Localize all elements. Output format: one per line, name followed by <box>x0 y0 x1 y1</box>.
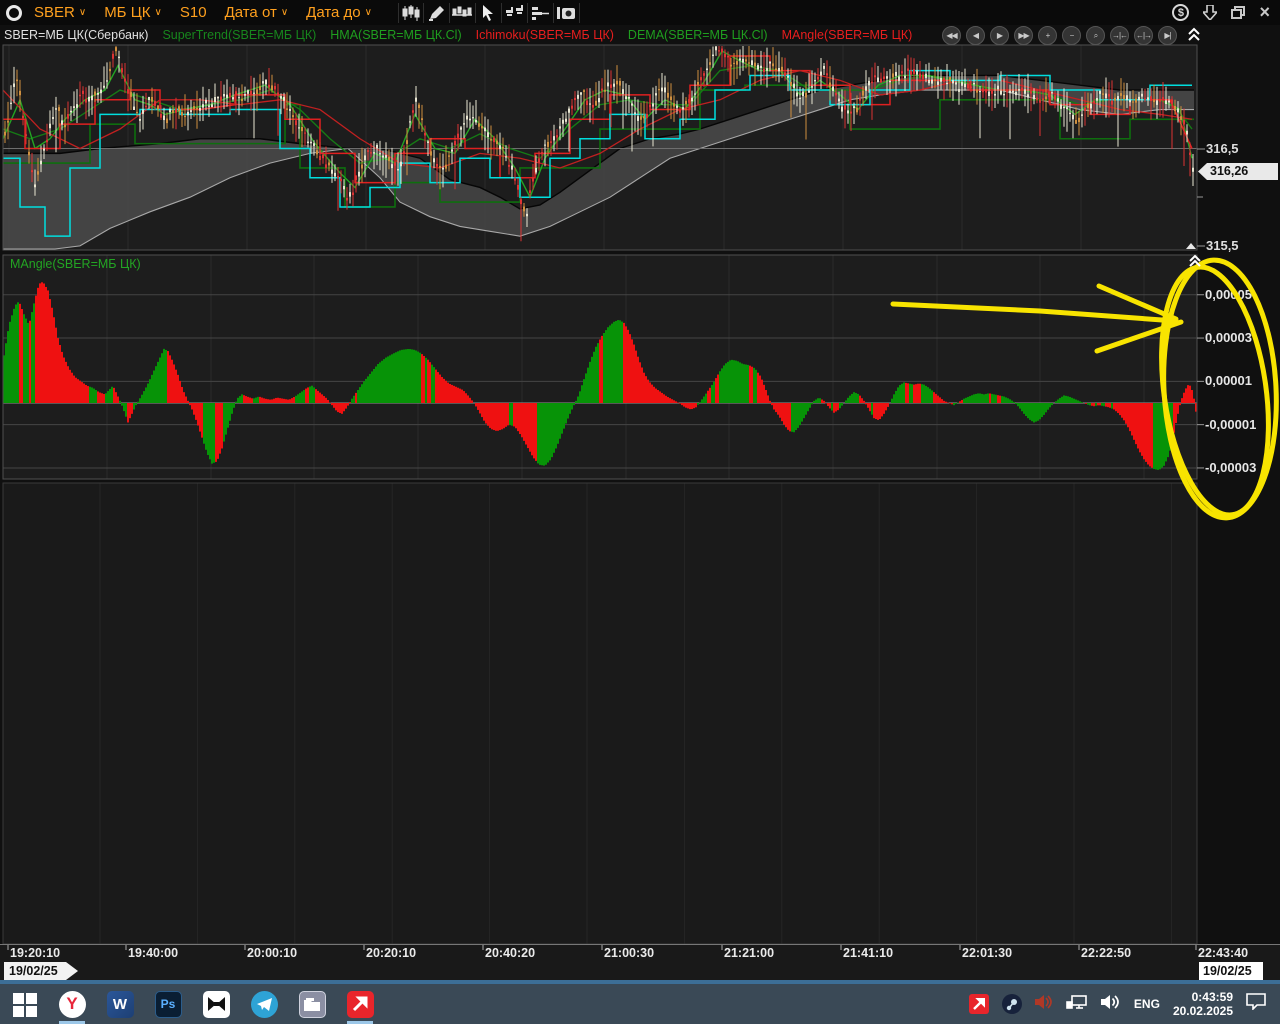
chart-tool-icon[interactable] <box>450 3 476 23</box>
notifications-icon[interactable] <box>1246 993 1266 1015</box>
compress-button[interactable]: →|← <box>1110 26 1129 45</box>
dollar-icon[interactable]: $ <box>1172 4 1189 21</box>
legend: SBER=МБ ЦК(Сбербанк) SuperTrend(SBER=МБ Ц… <box>4 25 912 44</box>
zoom-area-button[interactable]: ⌕ <box>1086 26 1105 45</box>
camera-icon[interactable] <box>554 3 580 23</box>
language-indicator[interactable]: ENG <box>1134 997 1160 1011</box>
fast-backward-button[interactable]: ◀◀ <box>942 26 961 45</box>
date-to-dropdown[interactable]: Дата до∨ <box>306 4 372 21</box>
collapse-chart-icon[interactable] <box>1188 26 1200 47</box>
chevron-down-icon: ∨ <box>281 7 288 18</box>
trade-app-icon[interactable] <box>336 984 384 1024</box>
legend-item[interactable]: HMA(SBER=МБ ЦК.Cl) <box>330 28 461 42</box>
legend-item[interactable]: DEMA(SBER=МБ ЦК.Cl) <box>628 28 768 42</box>
market-dropdown[interactable]: МБ ЦК∨ <box>104 4 162 21</box>
network-icon[interactable] <box>1066 994 1088 1015</box>
levels-icon[interactable] <box>528 3 554 23</box>
zoom-out-button[interactable]: − <box>1062 26 1081 45</box>
window-controls: $ × <box>1172 2 1274 23</box>
legend-item[interactable]: Ichimoku(SBER=МБ ЦК) <box>476 28 614 42</box>
step-forward-button[interactable]: ▶ <box>990 26 1009 45</box>
toolbar: SBER∨ МБ ЦК∨ S10 Дата от∨ Дата до∨ $ × <box>0 0 1280 25</box>
pencil-icon[interactable] <box>424 3 450 23</box>
taskbar: Y W Ps ENG 0:43:5920.02.2025 <box>0 984 1280 1024</box>
symbol-dropdown[interactable]: SBER∨ <box>34 4 86 21</box>
trading-terminal-window: SBER∨ МБ ЦК∨ S10 Дата от∨ Дата до∨ $ × S… <box>0 0 1280 1024</box>
telegram-icon[interactable] <box>240 984 288 1024</box>
capcut-icon[interactable] <box>192 984 240 1024</box>
expand-button[interactable]: ←|→ <box>1134 26 1153 45</box>
last-bar-button[interactable]: ▶| <box>1158 26 1177 45</box>
chevron-down-icon: ∨ <box>79 7 86 18</box>
volume-legacy-icon[interactable] <box>1035 994 1053 1015</box>
chart-canvas[interactable] <box>0 0 1280 984</box>
system-tray: ENG 0:43:5920.02.2025 <box>969 990 1280 1018</box>
steam-icon[interactable] <box>1002 994 1022 1014</box>
trade-app-tray-icon[interactable] <box>969 994 989 1014</box>
collapse-panel-icon[interactable] <box>1189 254 1201 273</box>
chevron-down-icon: ∨ <box>365 7 372 18</box>
word-icon[interactable]: W <box>96 984 144 1024</box>
zoom-in-button[interactable]: + <box>1038 26 1057 45</box>
timeframe-button[interactable]: S10 <box>180 4 207 21</box>
speaker-icon[interactable] <box>1101 994 1121 1015</box>
step-backward-button[interactable]: ◀ <box>966 26 985 45</box>
legend-item[interactable]: MAngle(SBER=МБ ЦК) <box>782 28 913 42</box>
app-logo-icon <box>6 5 22 21</box>
download-icon[interactable] <box>1203 5 1217 20</box>
candles-icon[interactable] <box>398 3 424 23</box>
yandex-browser-icon[interactable]: Y <box>48 984 96 1024</box>
legend-item[interactable]: SBER=МБ ЦК(Сбербанк) <box>4 28 148 42</box>
cursor-icon[interactable] <box>476 3 502 23</box>
photoshop-icon[interactable]: Ps <box>144 984 192 1024</box>
legend-item[interactable]: SuperTrend(SBER=МБ ЦК) <box>162 28 316 42</box>
taskbar-apps: Y W Ps <box>0 984 384 1024</box>
clock[interactable]: 0:43:5920.02.2025 <box>1173 990 1233 1018</box>
chart-tools <box>398 3 580 23</box>
restore-icon[interactable] <box>1231 6 1245 19</box>
chart-nav: ◀◀◀▶▶▶+−⌕→|←←|→▶| <box>942 26 1177 45</box>
pointer-icon[interactable] <box>502 3 528 23</box>
date-from-dropdown[interactable]: Дата от∨ <box>225 4 289 21</box>
chevron-down-icon: ∨ <box>155 7 162 18</box>
fast-forward-button[interactable]: ▶▶ <box>1014 26 1033 45</box>
start-button[interactable] <box>0 984 48 1024</box>
folder-app-icon[interactable] <box>288 984 336 1024</box>
close-icon[interactable]: × <box>1259 2 1270 23</box>
